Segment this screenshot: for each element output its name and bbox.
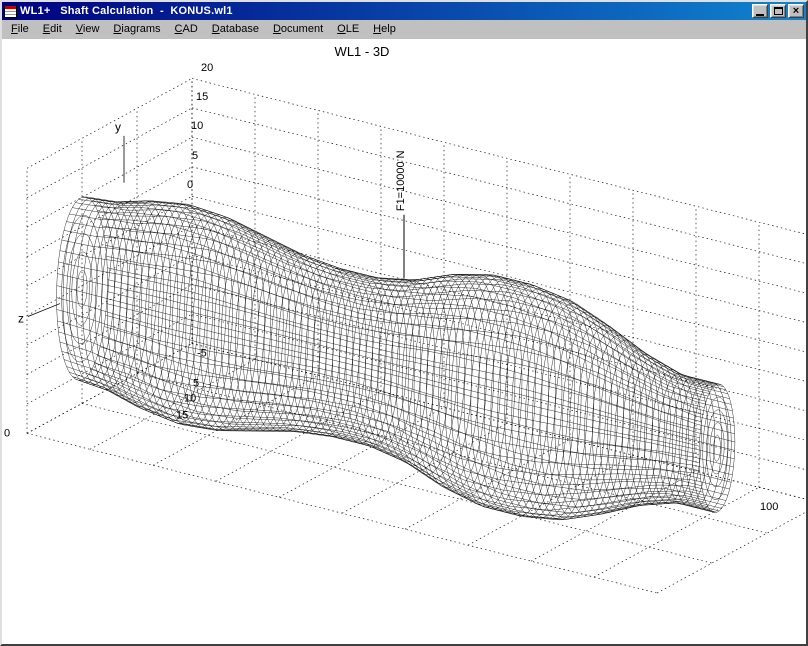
menubar: FileEditViewDiagramsCADDatabaseDocumentO…: [2, 20, 806, 39]
maximize-button[interactable]: [770, 4, 786, 18]
svg-text:0: 0: [187, 179, 193, 191]
force-annotation: F1=10000 N: [395, 150, 407, 278]
svg-text:0: 0: [4, 427, 10, 439]
shaft-mesh: [57, 197, 735, 520]
minimize-button[interactable]: [752, 4, 768, 18]
y-axis-label: y: [115, 120, 121, 134]
svg-text:10: 10: [184, 392, 196, 404]
svg-text:5: 5: [192, 150, 198, 162]
svg-text:100: 100: [760, 501, 778, 513]
svg-text:15: 15: [196, 91, 208, 103]
menu-view[interactable]: View: [69, 21, 107, 38]
shaft-3d-plot: 20 15 10 5 0 -5 5 10 15 0 100 y z F1=10000 N: [2, 39, 806, 644]
close-icon: ×: [793, 6, 799, 16]
svg-text:15: 15: [176, 409, 188, 421]
svg-text:-5: -5: [197, 347, 207, 359]
menu-database[interactable]: Database: [205, 21, 266, 38]
menu-document[interactable]: Document: [266, 21, 330, 38]
close-button[interactable]: ×: [788, 4, 804, 18]
z-axis-label: z: [18, 312, 24, 326]
force-label: F1=10000 N: [395, 150, 407, 211]
menu-edit[interactable]: Edit: [36, 21, 69, 38]
menu-ole[interactable]: OLE: [330, 21, 366, 38]
window-controls: ×: [752, 4, 804, 18]
maximize-icon: [774, 7, 783, 15]
svg-text:10: 10: [191, 120, 203, 132]
svg-text:5: 5: [193, 377, 199, 389]
plot-area: WL1 - 3D 20151050-5510150100yzF1=10000 N: [2, 39, 806, 644]
menu-cad[interactable]: CAD: [168, 21, 205, 38]
menu-file[interactable]: File: [4, 21, 36, 38]
titlebar[interactable]: WL1+ Shaft Calculation - KONUS.wl1 ×: [2, 2, 806, 20]
minimize-icon: [756, 14, 764, 16]
svg-text:20: 20: [201, 62, 213, 74]
window-title: WL1+ Shaft Calculation - KONUS.wl1: [20, 5, 752, 17]
app-icon[interactable]: [4, 5, 17, 18]
menu-diagrams[interactable]: Diagrams: [106, 21, 167, 38]
app-window: WL1+ Shaft Calculation - KONUS.wl1 × Fil…: [0, 0, 808, 646]
menu-help[interactable]: Help: [366, 21, 403, 38]
